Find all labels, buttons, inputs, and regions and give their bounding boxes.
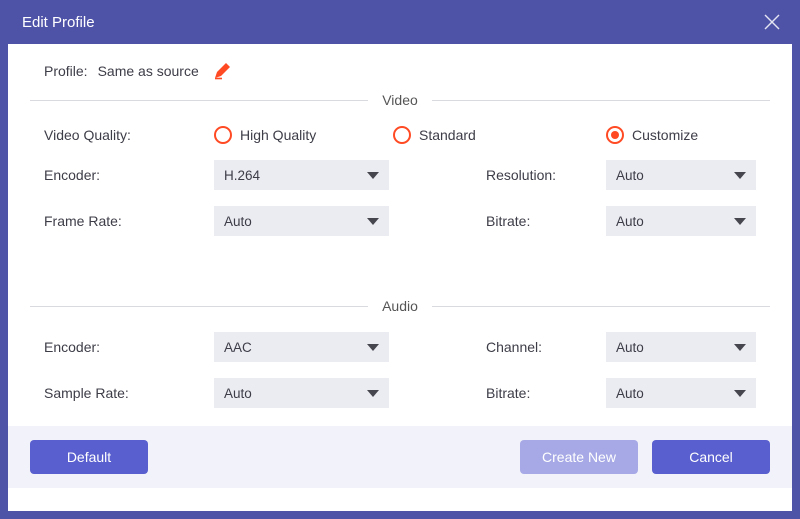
video-resolution-select[interactable]: Auto [606, 160, 756, 190]
select-value: Auto [224, 386, 367, 401]
chevron-down-icon [734, 172, 746, 179]
create-new-button[interactable]: Create New [520, 440, 638, 474]
select-value: H.264 [224, 168, 367, 183]
radio-standard[interactable]: Standard [393, 126, 476, 144]
titlebar: Edit Profile [8, 0, 792, 44]
content: Profile: Same as source Video Video Qual… [8, 44, 792, 511]
select-value: Auto [616, 214, 734, 229]
audio-channel-select[interactable]: Auto [606, 332, 756, 362]
audio-grid: Encoder: AAC Channel: Auto Sample Rate: … [44, 332, 756, 408]
audio-section-header: Audio [30, 298, 770, 314]
edit-profile-icon[interactable] [213, 62, 231, 80]
radio-label: High Quality [240, 127, 316, 143]
window: Edit Profile Profile: Same as source Vid… [0, 0, 800, 519]
video-section-header: Video [30, 92, 770, 108]
audio-section-label: Audio [382, 298, 418, 314]
radio-customize[interactable]: Customize [606, 126, 698, 144]
video-bitrate-label: Bitrate: [476, 213, 606, 229]
video-quality-label: Video Quality: [44, 127, 214, 143]
chevron-down-icon [367, 218, 379, 225]
radio-high-quality[interactable]: High Quality [214, 126, 316, 144]
audio-bitrate-select[interactable]: Auto [606, 378, 756, 408]
close-icon[interactable] [762, 12, 782, 32]
radio-icon [606, 126, 624, 144]
chevron-down-icon [367, 172, 379, 179]
video-encoder-select[interactable]: H.264 [214, 160, 389, 190]
radio-label: Customize [632, 127, 698, 143]
default-button[interactable]: Default [30, 440, 148, 474]
video-resolution-label: Resolution: [476, 167, 606, 183]
select-value: AAC [224, 340, 367, 355]
radio-label: Standard [419, 127, 476, 143]
video-framerate-label: Frame Rate: [44, 213, 214, 229]
button-label: Default [67, 449, 111, 465]
video-quality-row: Video Quality: High Quality Standard [44, 126, 756, 144]
audio-channel-label: Channel: [476, 339, 606, 355]
video-section: Video Quality: High Quality Standard [30, 108, 770, 236]
video-framerate-select[interactable]: Auto [214, 206, 389, 236]
chevron-down-icon [367, 390, 379, 397]
divider [432, 306, 770, 307]
button-label: Create New [542, 449, 616, 465]
radio-icon [393, 126, 411, 144]
video-section-label: Video [382, 92, 418, 108]
video-bitrate-select[interactable]: Auto [606, 206, 756, 236]
select-value: Auto [616, 168, 734, 183]
audio-bitrate-label: Bitrate: [476, 385, 606, 401]
audio-encoder-label: Encoder: [44, 339, 214, 355]
radio-icon [214, 126, 232, 144]
divider [30, 100, 368, 101]
window-title: Edit Profile [22, 14, 95, 31]
audio-samplerate-select[interactable]: Auto [214, 378, 389, 408]
video-grid: Encoder: H.264 Resolution: Auto Frame Ra… [44, 160, 756, 236]
chevron-down-icon [734, 390, 746, 397]
profile-row: Profile: Same as source [30, 62, 770, 90]
chevron-down-icon [367, 344, 379, 351]
select-value: Auto [616, 386, 734, 401]
chevron-down-icon [734, 344, 746, 351]
profile-value: Same as source [98, 63, 199, 79]
chevron-down-icon [734, 218, 746, 225]
audio-section: Encoder: AAC Channel: Auto Sample Rate: … [30, 314, 770, 408]
audio-encoder-select[interactable]: AAC [214, 332, 389, 362]
select-value: Auto [224, 214, 367, 229]
divider [432, 100, 770, 101]
footer: Default Create New Cancel [8, 426, 792, 488]
video-encoder-label: Encoder: [44, 167, 214, 183]
profile-label: Profile: [44, 63, 88, 79]
audio-samplerate-label: Sample Rate: [44, 385, 214, 401]
cancel-button[interactable]: Cancel [652, 440, 770, 474]
divider [30, 306, 368, 307]
select-value: Auto [616, 340, 734, 355]
button-label: Cancel [689, 449, 733, 465]
spacer [30, 236, 770, 296]
